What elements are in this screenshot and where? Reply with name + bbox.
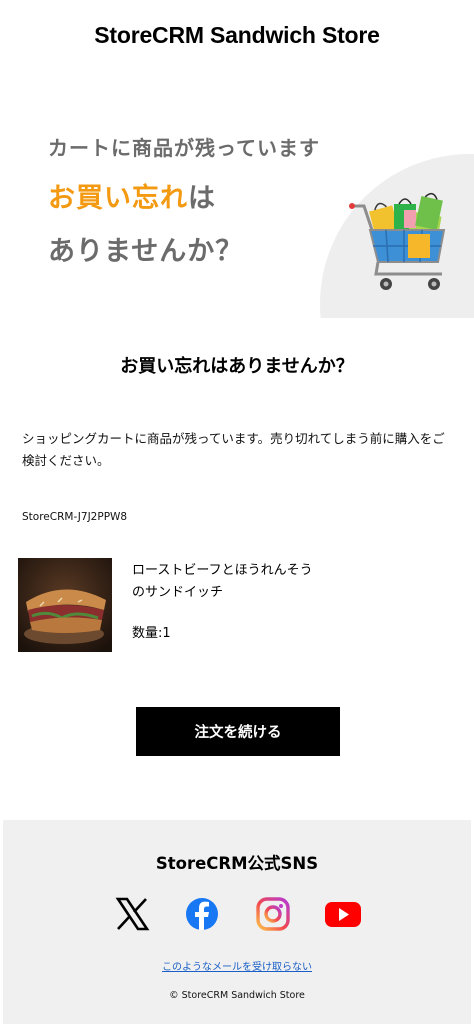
- cart-item: ローストビーフとほうれんそう のサンドイッチ 数量:1: [18, 558, 458, 654]
- product-name-line-2: のサンドイッチ: [132, 585, 224, 600]
- copyright: © StoreCRM Sandwich Store: [169, 990, 305, 1001]
- hero-line-3: ありませんか？: [48, 236, 244, 267]
- page-headline: お買い忘れはありませんか？: [120, 356, 354, 377]
- hero-line-1: カートに商品が残っています: [48, 136, 320, 160]
- hero-line-2-rest: は: [188, 183, 216, 214]
- product-quantity: 数量:1: [132, 626, 171, 641]
- sns-links: [3, 894, 471, 934]
- order-code: StoreCRM-J7J2PPW8: [22, 511, 128, 523]
- product-image[interactable]: [18, 558, 112, 652]
- hero-banner: カートに商品が残っています お買い忘れは ありませんか？: [0, 118, 474, 318]
- facebook-icon[interactable]: [182, 894, 222, 934]
- sns-title: StoreCRM公式SNS: [155, 854, 319, 873]
- product-name-line-1: ローストビーフとほうれんそう: [132, 563, 313, 578]
- product-name[interactable]: ローストビーフとほうれんそう のサンドイッチ: [132, 560, 332, 604]
- shopping-cart-icon: [349, 192, 446, 290]
- x-icon[interactable]: [112, 894, 152, 934]
- youtube-icon[interactable]: [323, 894, 363, 934]
- reminder-message: ショッピングカートに商品が残っています。売り切れてしまう前に購入をご検討ください…: [22, 431, 445, 468]
- footer: StoreCRM公式SNS このようなメールを受け取らない © StoreCRM…: [3, 820, 471, 1024]
- hero-accent-text: お買い忘れ: [48, 183, 188, 214]
- store-title: StoreCRM Sandwich Store: [94, 22, 380, 48]
- continue-order-button[interactable]: 注文を続ける: [136, 707, 340, 756]
- hero-line-2: お買い忘れは: [48, 176, 216, 215]
- instagram-icon[interactable]: [253, 894, 293, 934]
- unsubscribe-link[interactable]: このようなメールを受け取らない: [3, 958, 471, 973]
